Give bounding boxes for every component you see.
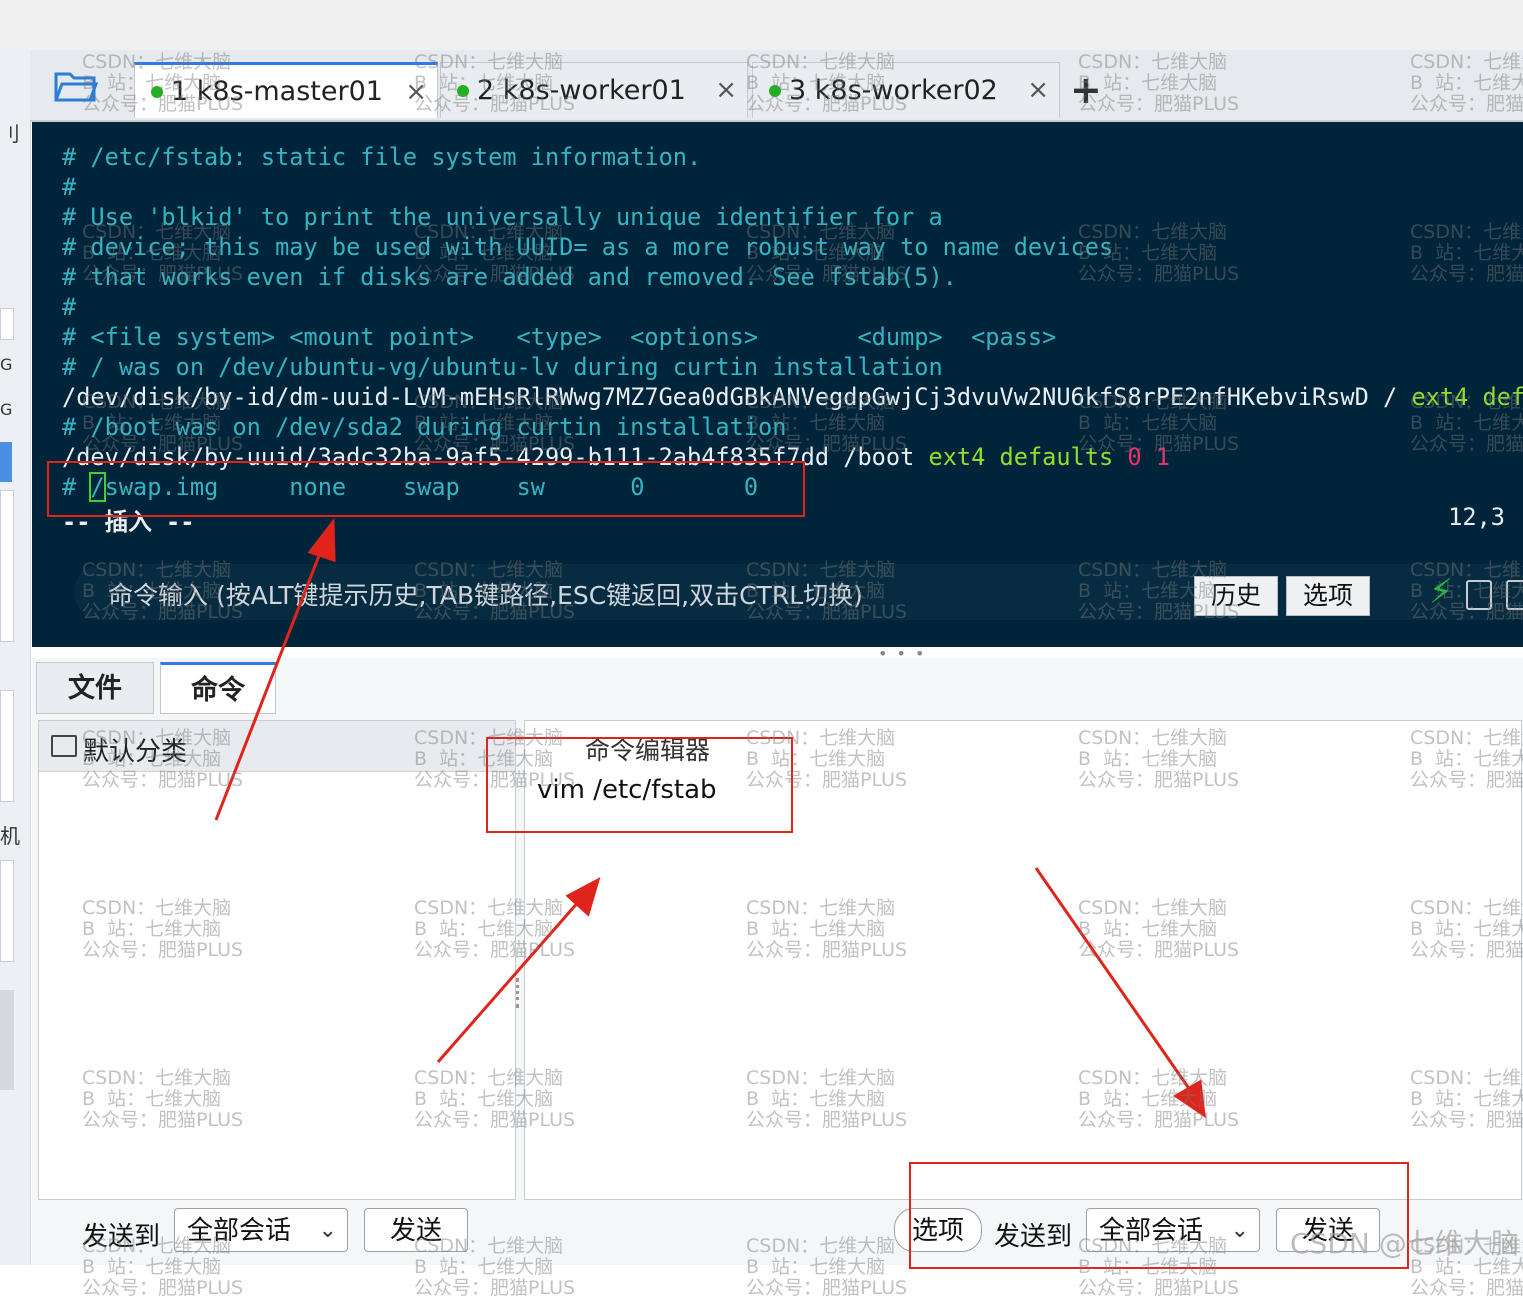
annotation-arrowhead — [310, 522, 334, 560]
credit-watermark: CSDN @七维大脑 — [1290, 1222, 1519, 1262]
annotation-arrow — [438, 900, 580, 1062]
annotation-arrowhead — [1176, 1082, 1204, 1115]
annotation-arrow — [216, 548, 322, 820]
annotation-arrows — [0, 0, 1523, 1265]
annotation-arrow — [1036, 868, 1190, 1090]
